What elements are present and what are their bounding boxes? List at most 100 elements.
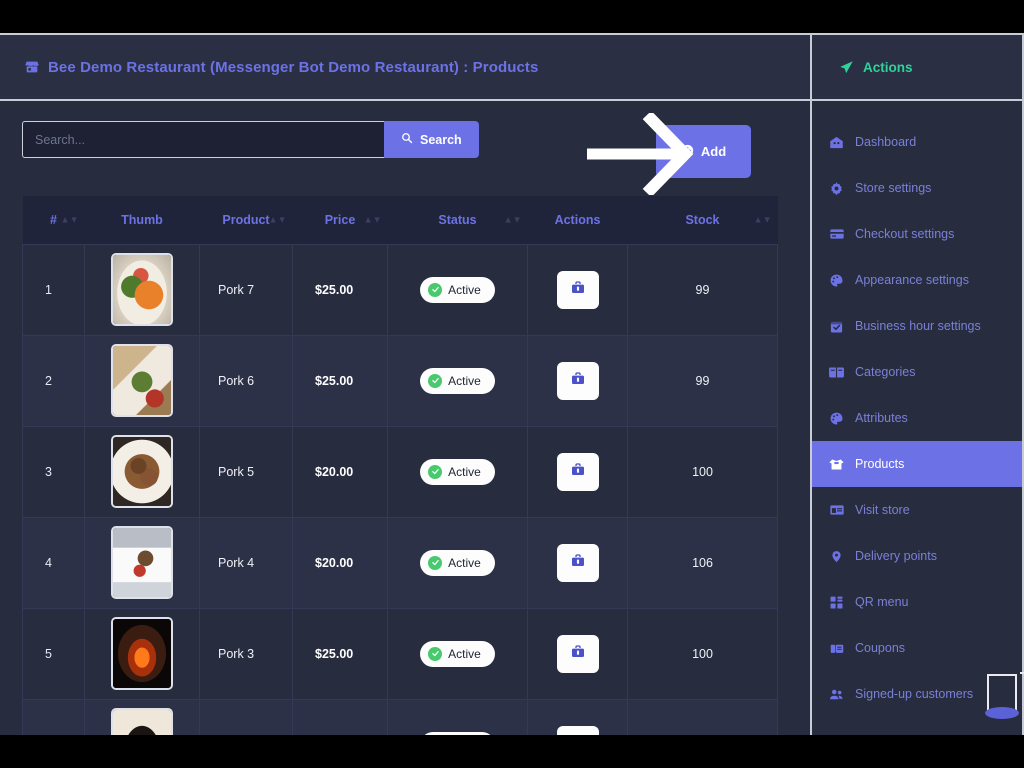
cell-status: Active bbox=[387, 698, 528, 735]
column-label: Actions bbox=[554, 212, 601, 227]
sidebar-nav: Dashboard Store settings Checkout settings… bbox=[812, 101, 1024, 735]
palette-icon bbox=[828, 411, 845, 426]
book-open-icon bbox=[828, 364, 845, 381]
cell-index: 3 bbox=[22, 425, 85, 518]
search-input[interactable] bbox=[22, 121, 384, 158]
row-action-button[interactable] bbox=[556, 361, 599, 400]
box-open-icon bbox=[828, 456, 845, 473]
window-icon bbox=[828, 502, 845, 518]
column-label: Product bbox=[222, 212, 270, 227]
product-price: $20.00 bbox=[315, 555, 354, 570]
row-action-button[interactable] bbox=[556, 543, 599, 582]
content-area: Search Add bbox=[0, 101, 810, 735]
products-table: # ▲▼ Thumb Product ▲▼ Price ▲▼ Status ▲▼ Act… bbox=[22, 196, 778, 735]
chat-widget-icon[interactable] bbox=[978, 669, 1024, 731]
stock-value: 100 bbox=[692, 646, 713, 661]
sidebar-item-label: Signed-up customers bbox=[855, 687, 974, 701]
table-row[interactable]: 4 Pork 4 $20.00 Active 106 bbox=[22, 516, 778, 609]
cell-product-name: Pork 6 bbox=[199, 334, 293, 427]
sidebar-item-categories[interactable]: Categories bbox=[812, 349, 1022, 395]
product-thumbnail[interactable] bbox=[111, 344, 173, 417]
row-action-button[interactable] bbox=[556, 725, 599, 735]
row-action-button[interactable] bbox=[556, 634, 599, 673]
cell-stock: 99 bbox=[627, 243, 778, 336]
store-icon bbox=[24, 59, 40, 75]
cell-index: 5 bbox=[22, 607, 85, 700]
cell-status: Active bbox=[387, 425, 528, 518]
column-header-product[interactable]: Product ▲▼ bbox=[199, 196, 293, 244]
status-label: Active bbox=[448, 373, 481, 388]
sort-indicator-icon[interactable]: ▲▼ bbox=[269, 215, 287, 224]
sidebar-item-delivery-points[interactable]: Delivery points bbox=[812, 533, 1022, 579]
status-label: Active bbox=[448, 282, 481, 297]
search-button[interactable]: Search bbox=[384, 121, 479, 158]
table-row[interactable]: 6 Active bbox=[22, 698, 778, 735]
sidebar-item-qr-menu[interactable]: QR menu bbox=[812, 579, 1022, 625]
page-title: Bee Demo Restaurant (Messenger Bot Demo … bbox=[48, 58, 539, 76]
briefcase-icon bbox=[570, 462, 586, 481]
sidebar-item-attributes[interactable]: Attributes bbox=[812, 395, 1022, 441]
magnifier-icon bbox=[401, 132, 413, 147]
row-action-button[interactable] bbox=[556, 452, 599, 491]
status-label: Active bbox=[448, 555, 481, 570]
sort-indicator-icon[interactable]: ▲▼ bbox=[754, 215, 772, 224]
stock-value: 106 bbox=[692, 555, 713, 570]
page-header: Bee Demo Restaurant (Messenger Bot Demo … bbox=[0, 35, 810, 101]
sidebar-item-checkout-settings[interactable]: Checkout settings bbox=[812, 211, 1022, 257]
table-row[interactable]: 5 Pork 3 $25.00 Active 100 bbox=[22, 607, 778, 700]
sidebar-item-coupons[interactable]: Coupons bbox=[812, 625, 1022, 671]
sort-indicator-icon[interactable]: ▲▼ bbox=[504, 215, 522, 224]
cell-status: Active bbox=[387, 243, 528, 336]
cell-actions bbox=[527, 607, 628, 700]
column-header-actions[interactable]: Actions bbox=[527, 196, 628, 244]
status-badge: Active bbox=[420, 640, 495, 667]
table-row[interactable]: 3 Pork 5 $20.00 Active 100 bbox=[22, 425, 778, 518]
sidebar-item-visit-store[interactable]: Visit store bbox=[812, 487, 1022, 533]
sidebar-item-store-settings[interactable]: Store settings bbox=[812, 165, 1022, 211]
check-circle-icon bbox=[428, 646, 443, 661]
product-thumbnail[interactable] bbox=[111, 617, 173, 690]
qr-grid-icon bbox=[828, 595, 845, 610]
add-button[interactable]: Add bbox=[656, 125, 751, 178]
product-thumbnail[interactable] bbox=[111, 435, 173, 508]
cell-price bbox=[292, 698, 388, 735]
column-header-index[interactable]: # ▲▼ bbox=[22, 196, 85, 244]
letterbox-bottom bbox=[0, 735, 1024, 768]
product-price: $20.00 bbox=[315, 464, 354, 479]
column-header-status[interactable]: Status ▲▼ bbox=[387, 196, 528, 244]
product-thumbnail[interactable] bbox=[111, 253, 173, 326]
table-row[interactable]: 1 Pork 7 $25.00 Active 99 bbox=[22, 243, 778, 336]
product-thumbnail[interactable] bbox=[111, 708, 173, 735]
column-header-price[interactable]: Price ▲▼ bbox=[292, 196, 388, 244]
row-index: 2 bbox=[45, 373, 52, 388]
sidebar-item-dashboard[interactable]: Dashboard bbox=[812, 119, 1022, 165]
thumbnail-image bbox=[113, 710, 171, 735]
palette-icon bbox=[828, 273, 845, 288]
sidebar: Actions Dashboard Store settings Checkout … bbox=[812, 33, 1024, 735]
cell-index: 1 bbox=[22, 243, 85, 336]
cell-price: $25.00 bbox=[292, 607, 388, 700]
row-action-button[interactable] bbox=[556, 270, 599, 309]
column-header-thumb[interactable]: Thumb bbox=[84, 196, 200, 244]
briefcase-icon bbox=[570, 553, 586, 572]
sidebar-item-products[interactable]: Products bbox=[812, 441, 1022, 487]
status-label: Active bbox=[448, 646, 481, 661]
cell-index: 6 bbox=[22, 698, 85, 735]
sort-indicator-icon[interactable]: ▲▼ bbox=[61, 215, 79, 224]
briefcase-icon bbox=[570, 644, 586, 663]
sort-indicator-icon[interactable]: ▲▼ bbox=[364, 215, 382, 224]
cell-product-name: Pork 7 bbox=[199, 243, 293, 336]
sidebar-item-business-hour-settings[interactable]: Business hour settings bbox=[812, 303, 1022, 349]
cell-product-name bbox=[199, 698, 293, 735]
table-header-row: # ▲▼ Thumb Product ▲▼ Price ▲▼ Status ▲▼ Act… bbox=[22, 196, 778, 244]
product-thumbnail[interactable] bbox=[111, 526, 173, 599]
cell-thumbnail bbox=[84, 698, 200, 735]
column-label: Status bbox=[438, 212, 477, 227]
cell-status: Active bbox=[387, 334, 528, 427]
users-icon bbox=[828, 687, 845, 702]
cell-thumbnail bbox=[84, 607, 200, 700]
sidebar-item-appearance-settings[interactable]: Appearance settings bbox=[812, 257, 1022, 303]
table-row[interactable]: 2 Pork 6 $25.00 Active 99 bbox=[22, 334, 778, 427]
cell-price: $20.00 bbox=[292, 516, 388, 609]
column-header-stock[interactable]: Stock ▲▼ bbox=[627, 196, 778, 244]
